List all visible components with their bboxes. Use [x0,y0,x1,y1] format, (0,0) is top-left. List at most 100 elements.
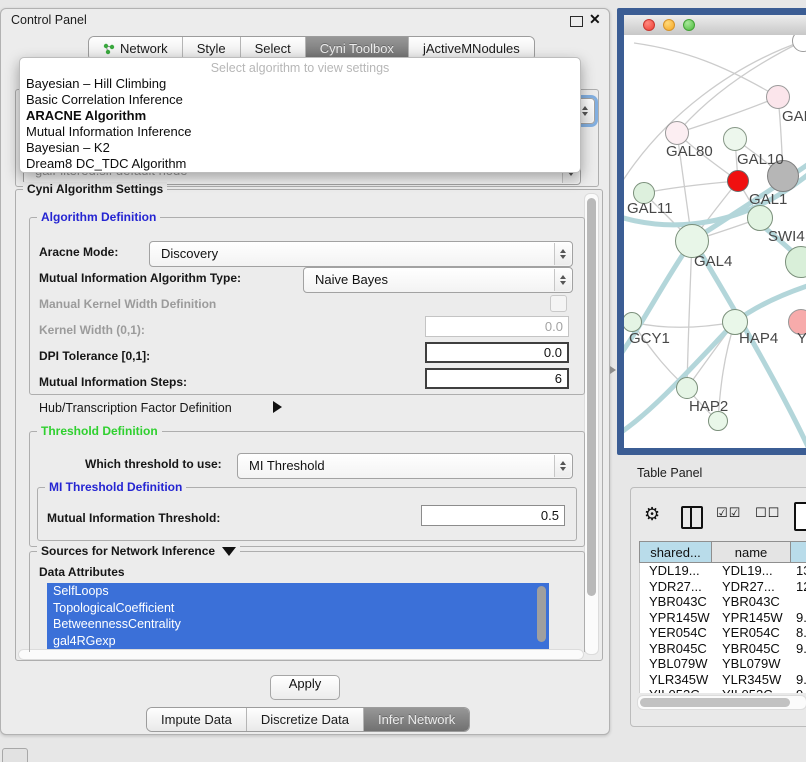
network-window: GALGAL80GAL10GAL11GAL1SWI4GAL4GCY1HAP4YH… [617,8,806,455]
table-cell: YBL079W [713,656,792,671]
mac-close-button[interactable] [643,19,655,31]
sources-title-text: Sources for Network Inference [41,544,215,558]
algorithm-item-bayesian-k2[interactable]: Bayesian – K2 [20,140,580,156]
float-window-icon[interactable] [570,16,583,27]
kernel-width-field[interactable]: 0.0 [425,316,569,337]
table-cell: 13 [792,563,806,578]
attribute-item-topologicalcoefficient[interactable]: TopologicalCoefficient [47,600,549,617]
threshold-definition-title: Threshold Definition [37,424,162,438]
table-cell: YDL19... [713,563,792,578]
table-cell: YLR345W [713,672,792,687]
table-row[interactable]: YBL079WYBL079W [640,656,806,672]
table-row[interactable]: YER054CYER054C8. [640,625,806,641]
node-gal80[interactable] [665,121,689,145]
table-row[interactable]: YDL19...YDL19...13 [640,563,806,579]
tab-discretize-data[interactable]: Discretize Data [247,708,364,731]
cyni-settings-title: Cyni Algorithm Settings [23,182,167,196]
sources-group-title: Sources for Network Inference [37,544,240,558]
table-row[interactable]: YBR043CYBR043C [640,594,806,610]
node-gal10[interactable] [723,127,747,151]
panel-splitter-handle[interactable] [610,366,616,374]
column-header-name[interactable]: name [712,541,791,563]
mac-minimize-button[interactable] [663,19,675,31]
mi-steps-field[interactable]: 6 [425,368,569,389]
table-row[interactable]: YPR145WYPR145W9. [640,610,806,626]
close-panel-icon[interactable]: ✕ [589,11,601,28]
node-hap2[interactable] [676,377,698,399]
mi-algorithm-type-combobox[interactable]: Naive Bayes [303,267,573,293]
mi-threshold-field[interactable]: 0.5 [421,505,565,526]
table-panel-window: ⚙ ☑☑ ☐☐ shared... name YDL19...YDL19...1… [630,487,806,727]
table-cell: 9. [792,610,806,625]
table-cell: YBR045C [640,641,713,656]
attribute-item-gal4rgexp[interactable]: gal4RGexp [47,633,549,650]
manual-kernel-width-checkbox[interactable] [550,295,567,312]
node-label-hap4: HAP4 [739,330,778,347]
network-canvas[interactable]: GALGAL80GAL10GAL11GAL1SWI4GAL4GCY1HAP4YH… [624,35,806,448]
bottom-tabbar: Impute Data Discretize Data Infer Network [147,708,469,731]
aracne-mode-combobox[interactable]: Discovery [149,241,573,267]
node-label-hap2: HAP2 [689,398,728,415]
algorithm-item-mutual-information-inference[interactable]: Mutual Information Inference [20,124,580,140]
node-label-swi4: SWI4 [768,228,805,245]
combo-spinner-icon[interactable] [554,455,571,477]
tab-label: Discretize Data [261,708,349,731]
new-table-icon[interactable] [794,502,806,531]
table-row[interactable]: YLR345WYLR345W9. [640,672,806,688]
node-label-gal10: GAL10 [737,151,784,168]
collapse-arrow-icon[interactable] [222,547,236,556]
table-cell: YIL052C [713,687,792,693]
aracne-mode-value: Discovery [161,242,218,266]
table-gear-icon[interactable]: ⚙ [644,504,660,525]
which-threshold-value: MI Threshold [249,454,325,478]
table-cell: YPR145W [640,610,713,625]
table-cell: YBR043C [640,594,713,609]
algorithm-definition-title: Algorithm Definition [37,210,160,224]
control-panel-window: Control Panel ✕ NetworkStyleSelectCyni T… [0,8,610,735]
kernel-width-label: Kernel Width (0,1): [39,323,145,337]
select-all-checkboxes-icon[interactable]: ☑☑ [716,506,741,521]
data-attributes-list: SelfLoopsTopologicalCoefficientBetweenne… [47,583,549,649]
combo-spinner-icon[interactable] [554,269,571,291]
table-horizontal-scrollbar[interactable] [637,695,806,710]
node-gal-partial[interactable] [766,85,790,109]
attribute-item-selfloops[interactable]: SelfLoops [47,583,549,600]
algorithm-list: Bayesian – Hill ClimbingBasic Correlatio… [20,76,580,172]
table-row[interactable]: YBR045CYBR045C9. [640,641,806,657]
table-cell: 12 [792,579,806,594]
tab-label: Impute Data [161,708,232,731]
table-cell: YBR045C [713,641,792,656]
which-threshold-combobox[interactable]: MI Threshold [237,453,573,479]
settings-vertical-scrollbar[interactable] [584,193,599,655]
tab-impute-data[interactable]: Impute Data [147,708,247,731]
mi-steps-label: Mutual Information Steps: [39,375,187,389]
column-header-partial[interactable] [791,541,806,563]
bottom-left-panel-button[interactable] [2,748,28,762]
table-cell: YBR043C [713,594,792,609]
deselect-all-checkboxes-icon[interactable]: ☐☐ [755,506,780,521]
hub-expand-arrow-icon[interactable] [273,401,282,413]
table-cell: 9. [792,672,806,687]
mac-zoom-button[interactable] [683,19,695,31]
table-header-row: shared... name [639,541,806,563]
node-gal1-red[interactable] [727,170,749,192]
algorithm-item-dream8-dc-tdc-algorithm[interactable]: Dream8 DC_TDC Algorithm [20,156,580,172]
hub-definition-label[interactable]: Hub/Transcription Factor Definition [39,401,232,415]
table-cell: 9. [792,687,806,693]
tab-infer-network[interactable]: Infer Network [364,708,469,731]
algorithm-item-bayesian-hill-climbing[interactable]: Bayesian – Hill Climbing [20,76,580,92]
apply-button[interactable]: Apply [270,675,340,700]
table-row[interactable]: YIL052CYIL052C9. [640,687,806,693]
table-row[interactable]: YDR27...YDR27...12 [640,579,806,595]
column-header-shared-name[interactable]: shared... [639,541,712,563]
node-label-gal4: GAL4 [694,253,732,270]
table-columns-icon[interactable] [681,506,703,529]
attributes-list-scrollbar[interactable] [537,586,546,642]
network-window-titlebar[interactable] [624,15,806,36]
dpi-tolerance-field[interactable]: 0.0 [425,342,569,363]
algorithm-item-basic-correlation-inference[interactable]: Basic Correlation Inference [20,92,580,108]
table-panel-title: Table Panel [637,466,702,480]
algorithm-item-aracne-algorithm[interactable]: ARACNE Algorithm [20,108,580,124]
combo-spinner-icon[interactable] [554,243,571,265]
attribute-item-betweennesscentrality[interactable]: BetweennessCentrality [47,616,549,633]
